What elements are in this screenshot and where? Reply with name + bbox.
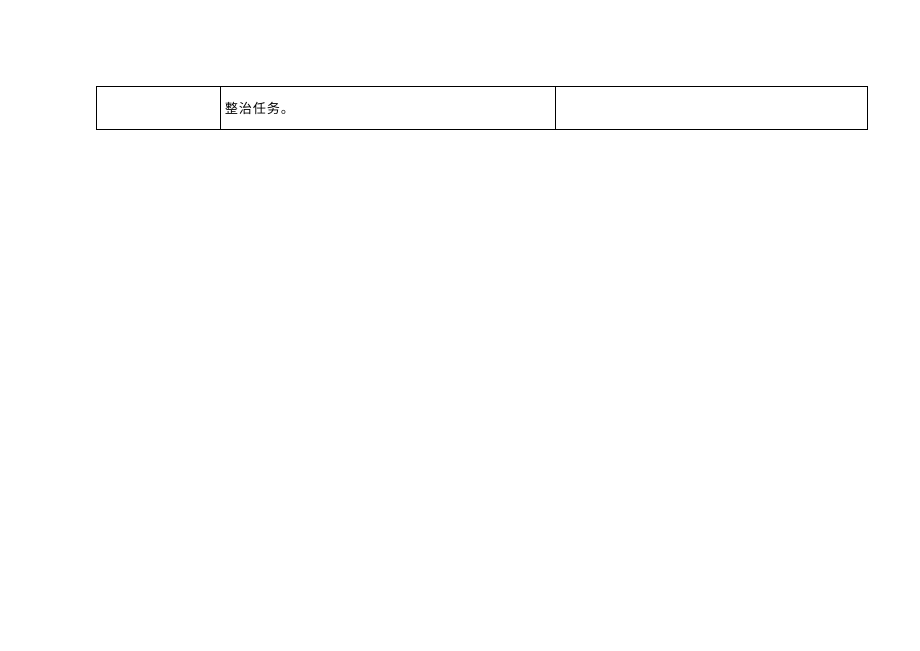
table-cell-1: [97, 87, 221, 130]
table: 整治任务。: [96, 86, 868, 130]
table-cell-2: 整治任务。: [220, 87, 556, 130]
cell-text-2: 整治任务。: [225, 101, 295, 116]
table-cell-3: [556, 87, 868, 130]
table-row: 整治任务。: [97, 87, 868, 130]
document-table-fragment: 整治任务。: [96, 86, 868, 130]
